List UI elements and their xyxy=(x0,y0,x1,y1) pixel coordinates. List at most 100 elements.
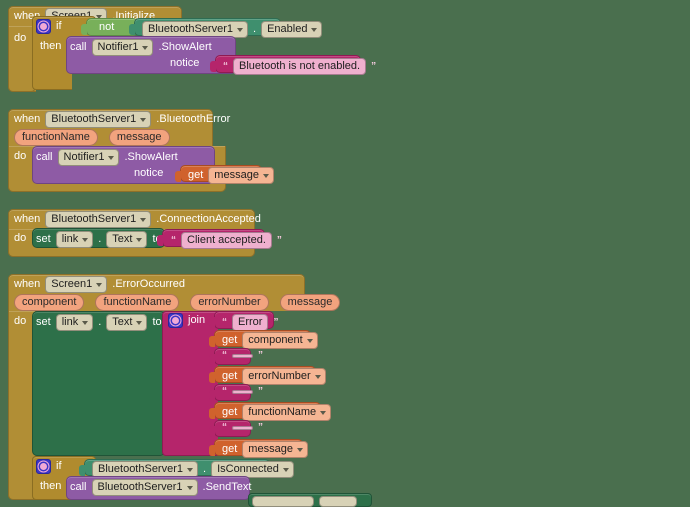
join-item-text-error[interactable]: “ Error ” xyxy=(209,311,278,331)
component-dropdown-screen1-4[interactable]: Screen1 xyxy=(45,276,108,293)
open-quote-icon-j7: “ xyxy=(222,422,227,433)
mutator-gear-icon[interactable] xyxy=(36,19,51,34)
when-label-3: when xyxy=(14,213,41,225)
erroroccurred-params: component functionName errorNumber messa… xyxy=(14,294,346,311)
text-block-bluetooth-not-enabled[interactable]: “ Bluetooth is not enabled. ” xyxy=(210,55,376,75)
join-item-text-space-1[interactable]: “ ” xyxy=(209,348,263,365)
get-label-j2: get xyxy=(222,334,238,346)
partial-setter-fields xyxy=(252,496,357,507)
bluetootherror-params: functionName message xyxy=(14,129,176,146)
component-getter-bluetoothserver1-isconnected[interactable]: BluetoothServer1 . IsConnected xyxy=(79,459,294,478)
dot-separator: . xyxy=(253,23,257,35)
setter-property-dropdown-text[interactable]: Text xyxy=(106,231,148,248)
call-method-label-2: .ShowAlert xyxy=(124,151,178,163)
getter-property-dropdown[interactable]: Enabled xyxy=(261,21,323,38)
event-name-label-2: .BluetoothError xyxy=(156,113,231,125)
setter-property-dropdown-text-4[interactable]: Text xyxy=(106,314,148,331)
call-component-dropdown-bluetoothserver1[interactable]: BluetoothServer1 xyxy=(91,479,198,496)
blocks-workspace[interactable]: when Screen1 .Initialize do if logic-not… xyxy=(0,0,690,507)
join-row: join xyxy=(168,313,205,328)
do-label-wrap: do xyxy=(14,32,26,45)
variable-name-dropdown-errornumber[interactable]: errorNumber xyxy=(242,368,326,385)
get-label-j6: get xyxy=(222,406,238,418)
get-label-j4: get xyxy=(222,370,238,382)
mutator-gear-icon-join[interactable] xyxy=(168,313,183,328)
notice-arg-label-2: notice xyxy=(134,167,163,180)
variable-get-message[interactable]: get message xyxy=(175,165,274,184)
text-block-client-accepted[interactable]: “ Client accepted. ” xyxy=(157,229,282,249)
do-label-4: do xyxy=(14,315,27,327)
call-row-sendtext: call BluetoothServer1 .SendText xyxy=(70,479,251,496)
get-label-j8: get xyxy=(222,443,238,455)
setter-row-4: set link . Text to xyxy=(36,314,162,331)
not-text: not xyxy=(99,21,115,33)
partial-dropdown-a[interactable] xyxy=(252,496,314,507)
join-item-get-errornumber[interactable]: get errorNumber xyxy=(209,366,326,385)
variable-name-dropdown-component[interactable]: component xyxy=(242,332,318,349)
join-label: join xyxy=(188,314,206,326)
close-quote-icon-j3: ” xyxy=(258,350,263,361)
component-getter-bluetoothserver1-enabled[interactable]: BluetoothServer1 . Enabled xyxy=(129,18,323,38)
event-name-label-4: .ErrorOccurred xyxy=(112,278,186,290)
setter-link-text-4[interactable] xyxy=(32,311,165,456)
do-label-wrap-3: do xyxy=(14,232,26,245)
call-component-dropdown-notifier1[interactable]: Notifier1 xyxy=(91,39,154,56)
get-label: get xyxy=(188,169,204,181)
event-param-component[interactable]: component xyxy=(14,294,85,311)
open-quote-icon-j5: “ xyxy=(222,386,227,397)
then-label-2: then xyxy=(40,480,62,492)
call-component-dropdown-notifier1-2[interactable]: Notifier1 xyxy=(57,149,120,166)
close-quote-icon-j5: ” xyxy=(258,386,263,397)
partial-dropdown-b[interactable] xyxy=(319,496,357,507)
then-label-wrap: then xyxy=(40,40,61,53)
component-dropdown-bluetoothserver1-3[interactable]: BluetoothServer1 xyxy=(45,211,152,228)
notice-arg-label-1: notice xyxy=(170,57,199,70)
connectionaccepted-header-row: when BluetoothServer1 .ConnectionAccepte… xyxy=(14,211,261,228)
notice-label-2: notice xyxy=(134,167,164,179)
call-label: call xyxy=(70,41,87,53)
then-label-wrap-2: then xyxy=(40,480,61,493)
close-quote-icon-j1: ” xyxy=(273,317,279,328)
join-item-get-functionname[interactable]: get functionName xyxy=(209,402,332,421)
variable-name-dropdown-message-4[interactable]: message xyxy=(242,441,308,458)
call-method-label: .ShowAlert xyxy=(158,41,212,53)
text-value-field-3[interactable]: Client accepted. xyxy=(181,232,272,249)
do-label: do xyxy=(14,32,27,44)
set-label-4: set xyxy=(36,316,51,328)
setter-component-dropdown-link[interactable]: link xyxy=(55,231,94,248)
setter-row-3: set link . Text to xyxy=(36,231,162,248)
setter-component-dropdown-link-4[interactable]: link xyxy=(55,314,94,331)
join-text-value-3[interactable] xyxy=(232,353,253,358)
call-row-2: call Notifier1 .ShowAlert xyxy=(36,149,178,166)
event-param-message[interactable]: message xyxy=(108,129,170,146)
join-text-value-5[interactable] xyxy=(232,389,253,394)
dot-separator-5: . xyxy=(203,463,207,475)
erroroccurred-header-row: when Screen1 .ErrorOccurred xyxy=(14,276,185,293)
call-label-2: call xyxy=(36,151,53,163)
event-param-functionname-4[interactable]: functionName xyxy=(95,294,180,311)
call-method-label-3: .SendText xyxy=(202,481,252,493)
join-item-get-message[interactable]: get message xyxy=(209,439,308,458)
join-item-get-component[interactable]: get component xyxy=(209,330,318,349)
text-value-field[interactable]: Bluetooth is not enabled. xyxy=(233,58,367,75)
join-item-text-space-2[interactable]: “ ” xyxy=(209,384,263,401)
if-label-2: if xyxy=(56,460,62,472)
event-param-errornumber[interactable]: errorNumber xyxy=(190,294,269,311)
call-row-1: call Notifier1 .ShowAlert xyxy=(70,39,212,56)
bluetootherror-header-row: when BluetoothServer1 .BluetoothError xyxy=(14,111,230,128)
dot-separator-4: . xyxy=(98,316,102,328)
variable-name-dropdown-functionname[interactable]: functionName xyxy=(242,404,332,421)
join-item-text-space-3[interactable]: “ ” xyxy=(209,420,263,437)
dot-separator-3: . xyxy=(98,233,102,245)
call-label-3: call xyxy=(70,481,87,493)
event-param-functionname[interactable]: functionName xyxy=(14,129,98,146)
mutator-gear-icon-2[interactable] xyxy=(36,459,51,474)
variable-name-dropdown-message[interactable]: message xyxy=(208,167,274,184)
component-dropdown-bluetoothserver1-2[interactable]: BluetoothServer1 xyxy=(45,111,152,128)
do-label-2: do xyxy=(14,150,27,162)
notice-label: notice xyxy=(170,57,200,69)
open-quote-icon-j1: “ xyxy=(222,317,227,328)
join-text-value-7[interactable] xyxy=(232,425,253,430)
event-param-message-4[interactable]: message xyxy=(279,294,341,311)
join-text-value-1[interactable]: Error xyxy=(232,314,269,331)
